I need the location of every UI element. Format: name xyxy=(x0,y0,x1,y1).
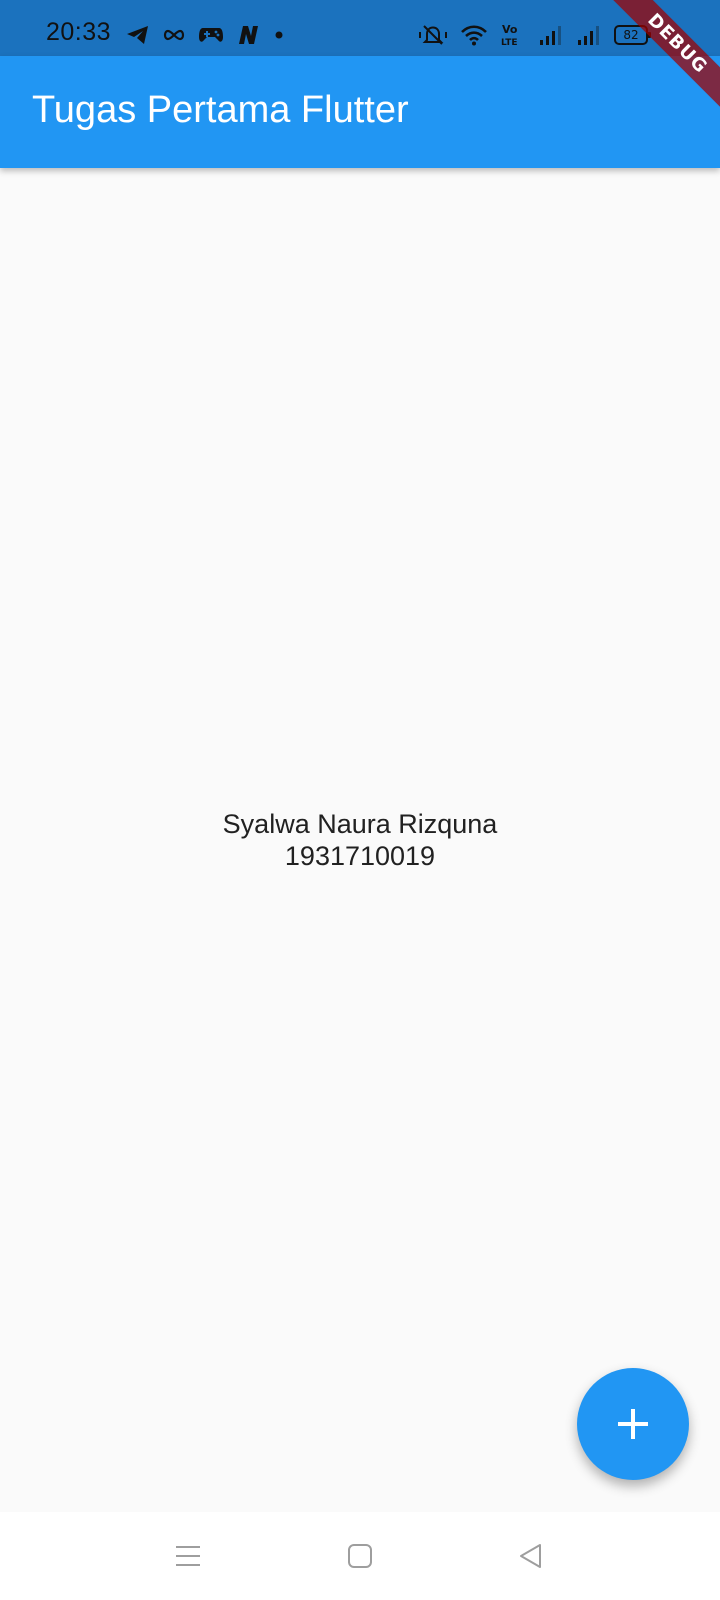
svg-text:LTE: LTE xyxy=(501,38,518,48)
wifi-icon xyxy=(461,25,487,46)
status-left-icons xyxy=(126,22,284,48)
telegram-icon xyxy=(127,26,148,44)
status-right-icons: Vo LTE 82 xyxy=(418,20,651,50)
signal-icon xyxy=(540,26,561,45)
app-screen: 20:33 Vo LTE 82 DEBUG Tugas Pertama Flut… xyxy=(0,0,720,1600)
body-content: Syalwa Naura Rizquna 1931710019 xyxy=(0,168,720,1512)
app-bar-title: Tugas Pertama Flutter xyxy=(32,89,409,131)
volte-icon: Vo LTE xyxy=(501,23,518,48)
student-id: 1931710019 xyxy=(284,841,436,871)
signal-icon xyxy=(578,26,599,45)
status-time: 20:33 xyxy=(46,18,112,46)
n-app-icon xyxy=(239,26,258,44)
battery-icon: 82 xyxy=(614,25,651,45)
game-controller-icon xyxy=(199,28,223,42)
add-fab-button[interactable] xyxy=(577,1368,689,1480)
nav-menu-button[interactable] xyxy=(166,1534,210,1578)
back-triangle-icon xyxy=(520,1544,541,1568)
center-text-block: Syalwa Naura Rizquna 1931710019 xyxy=(223,808,498,872)
bell-muted-icon xyxy=(419,25,447,45)
nav-back-button[interactable] xyxy=(508,1534,552,1578)
notification-dot-icon xyxy=(275,31,283,39)
home-square-icon xyxy=(348,1544,372,1568)
menu-icon xyxy=(176,1546,200,1566)
system-nav-bar xyxy=(0,1512,720,1600)
student-name: Syalwa Naura Rizquna xyxy=(222,809,498,839)
nav-home-button[interactable] xyxy=(338,1534,382,1578)
plus-icon xyxy=(618,1409,648,1439)
app-bar: Tugas Pertama Flutter xyxy=(0,56,720,168)
status-bar: 20:33 Vo LTE 82 xyxy=(0,0,720,56)
svg-text:Vo: Vo xyxy=(502,23,518,36)
infinity-icon xyxy=(163,29,185,41)
